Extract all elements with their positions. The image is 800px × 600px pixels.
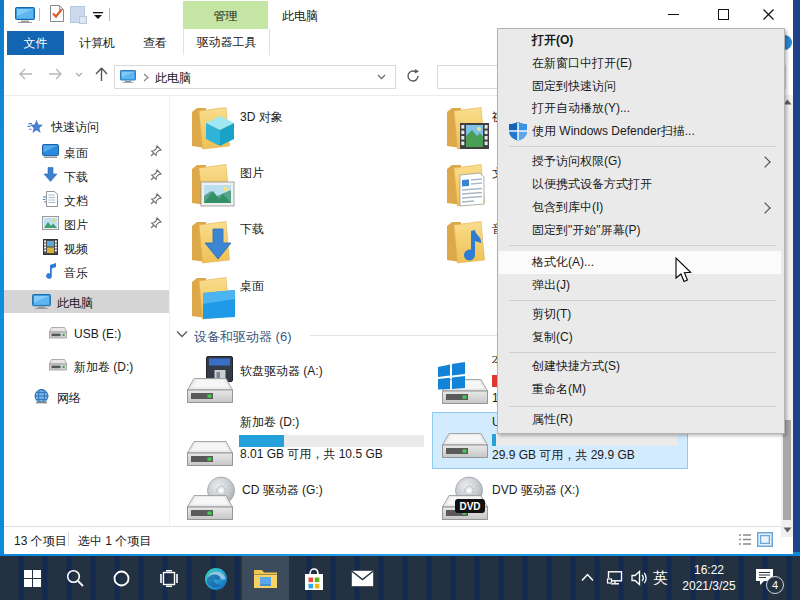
svg-text:DVD: DVD	[459, 501, 480, 512]
